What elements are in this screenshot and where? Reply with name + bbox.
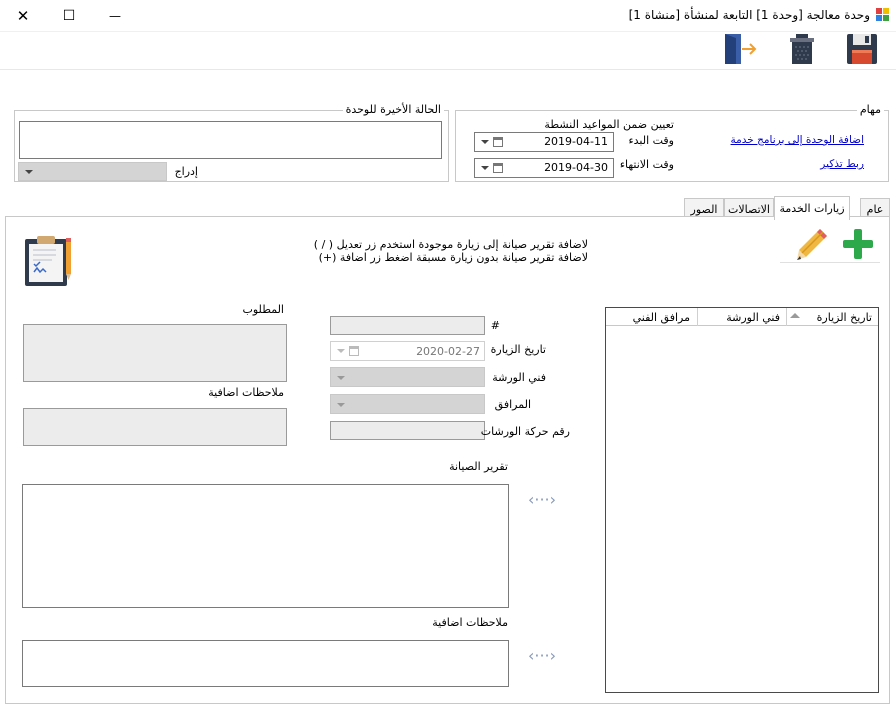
- workshop-tech-label: فني الورشة: [492, 371, 546, 384]
- extra-notes2-textbox[interactable]: [22, 640, 509, 687]
- window-title: وحدة معالجة [وحدة 1] التابعة لمنشأة [منش…: [628, 8, 870, 22]
- extra-notes-textbox[interactable]: [23, 408, 287, 446]
- ellipsis-arrows-icon: ‹···›: [527, 489, 557, 509]
- chevron-down-icon: [337, 349, 345, 353]
- visit-date-value: 2020-02-27: [416, 345, 480, 358]
- required-label: المطلوب: [242, 303, 284, 316]
- calendar-icon: [493, 137, 503, 147]
- calendar-icon: [493, 163, 503, 173]
- close-icon: ✕: [16, 7, 30, 25]
- link-reminder-link[interactable]: ربط تذكير: [820, 158, 864, 170]
- add-to-service-program-link[interactable]: اضافة الوحدة إلى برنامج خدمة: [731, 134, 864, 146]
- column-header-workshop-tech[interactable]: فني الورشة: [726, 311, 780, 324]
- chevron-down-icon: [337, 376, 345, 380]
- start-time-label: وقت البدء: [628, 134, 674, 147]
- last-status-textbox[interactable]: [19, 121, 442, 159]
- trash-icon: [790, 34, 814, 64]
- last-status-group-title: الحالة الأخيرة للوحدة: [342, 103, 444, 116]
- clipboard-icon: [22, 234, 74, 288]
- expand-notes-button[interactable]: ‹···›: [524, 645, 560, 665]
- toolbar: [0, 32, 896, 70]
- delete-button[interactable]: [785, 32, 821, 68]
- chevron-down-icon: [337, 403, 345, 407]
- visits-grid[interactable]: تاريخ الزيارة فني الورشة مرافق الفني: [605, 307, 879, 693]
- minimize-button[interactable]: —: [92, 0, 138, 32]
- expand-report-button[interactable]: ‹···›: [524, 489, 560, 509]
- insert-select[interactable]: [18, 162, 167, 181]
- workshop-move-number-field[interactable]: [330, 421, 485, 440]
- add-hint-text: لاضافة تقرير صيانة بدون زيارة مسبقة اضغط…: [318, 251, 588, 264]
- column-divider: [786, 308, 787, 326]
- sort-arrow-icon: [790, 313, 800, 318]
- close-button[interactable]: ✕: [0, 0, 46, 32]
- end-date-value: 2019-04-30: [544, 161, 608, 174]
- companion-label: المرافق: [494, 398, 531, 411]
- maximize-icon: ☐: [62, 8, 76, 24]
- workshop-move-number-label: رقم حركة الورشات: [480, 425, 570, 438]
- visit-number-field[interactable]: [330, 316, 485, 335]
- visit-date-picker[interactable]: 2020-02-27: [330, 341, 485, 361]
- add-visit-button[interactable]: [840, 226, 876, 262]
- pencil-icon: [797, 229, 827, 260]
- end-time-label: وقت الانتهاء: [619, 158, 674, 171]
- toolbar-divider: [780, 262, 880, 263]
- calendar-icon: [349, 346, 359, 356]
- maximize-button[interactable]: ☐: [46, 0, 92, 32]
- visit-number-label: #: [490, 319, 500, 332]
- active-schedule-label: تعيين ضمن المواعيد النشطة: [544, 118, 674, 131]
- save-button[interactable]: [845, 32, 881, 68]
- maintenance-report-label: تقرير الصيانة: [449, 460, 508, 473]
- app-icon: [876, 8, 890, 22]
- insert-label: إدراج: [174, 165, 198, 178]
- column-header-visit-date[interactable]: تاريخ الزيارة: [817, 311, 872, 324]
- visit-date-label: تاريخ الزيارة: [490, 343, 546, 356]
- tasks-group-title: مهام: [856, 103, 884, 116]
- exit-door-icon: [725, 34, 757, 64]
- extra-notes2-label: ملاحظات اضافية: [432, 616, 508, 629]
- chevron-down-icon: [481, 166, 489, 170]
- tab-service-visits[interactable]: زيارات الخدمة: [774, 196, 850, 220]
- extra-notes-label: ملاحظات اضافية: [208, 386, 284, 399]
- workshop-tech-select[interactable]: [330, 367, 485, 387]
- minimize-icon: —: [109, 9, 121, 23]
- end-date-picker[interactable]: 2019-04-30: [474, 158, 614, 178]
- start-date-picker[interactable]: 2019-04-11: [474, 132, 614, 152]
- edit-hint-text: لاضافة تقرير صيانة إلى زيارة موجودة استخ…: [313, 238, 588, 251]
- column-divider: [697, 308, 698, 326]
- edit-visit-button[interactable]: [794, 226, 830, 262]
- save-icon: [847, 34, 877, 64]
- ellipsis-arrows-icon: ‹···›: [527, 645, 557, 665]
- companion-select[interactable]: [330, 394, 485, 414]
- required-textbox[interactable]: [23, 324, 287, 382]
- chevron-down-icon: [481, 140, 489, 144]
- start-date-value: 2019-04-11: [544, 135, 608, 148]
- chevron-down-icon: [25, 170, 33, 174]
- maintenance-report-textbox[interactable]: [22, 484, 509, 608]
- plus-icon: [843, 229, 873, 259]
- exit-button[interactable]: [722, 32, 758, 68]
- column-header-tech-companion[interactable]: مرافق الفني: [633, 311, 690, 324]
